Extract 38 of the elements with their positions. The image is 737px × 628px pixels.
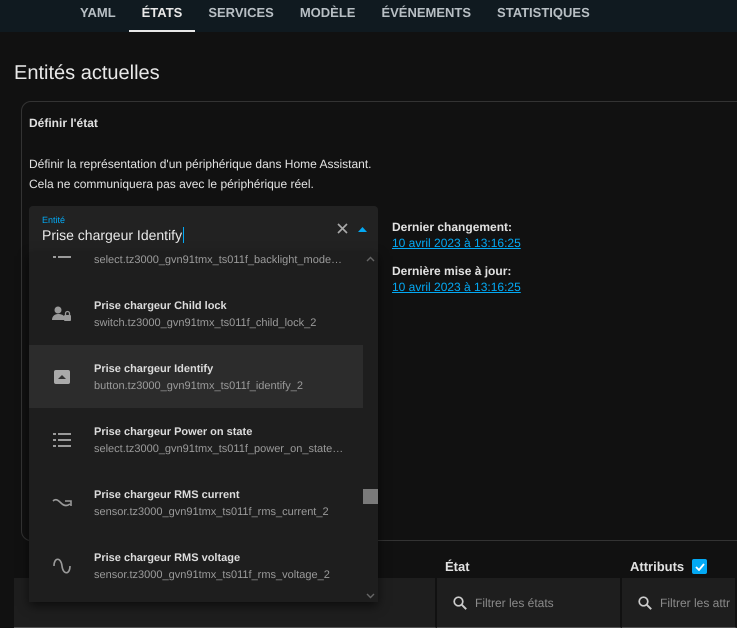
column-header: État [445, 559, 470, 574]
tab[interactable]: ÉTATS [128, 0, 196, 32]
dropdown-item[interactable]: Prise chargeur Identify button.tz3000_gvn91tmx_ts011f_identify_2 [29, 345, 363, 408]
search-icon [453, 596, 467, 610]
current-icon [52, 498, 72, 508]
sine-wave-icon [53, 556, 71, 574]
person-lock-icon [52, 306, 72, 321]
info-label: Dernier changement: [392, 220, 514, 234]
tab[interactable]: MODÈLE [286, 0, 368, 32]
description-text: Cela ne communiquera pas avec le périphérique réel. [29, 176, 315, 193]
page-title: Entités actuelles [14, 62, 161, 86]
button-icon [54, 370, 70, 384]
scroll-down-icon[interactable] [366, 593, 375, 599]
search-icon [638, 596, 652, 610]
list-icon [53, 432, 71, 446]
tab[interactable]: ÉVÉNEMENTS [368, 0, 484, 32]
attributes-checkbox[interactable] [692, 559, 708, 574]
card-title: Définir l'état [29, 116, 99, 132]
tab[interactable]: STATISTIQUES [484, 0, 603, 32]
dropdown-item[interactable]: Prise chargeur RMS voltage sensor.tz3000_gvn91tmx_ts011f_rms_voltage_2 [29, 534, 363, 597]
filter-field[interactable]: Filtrer les états [437, 578, 622, 628]
scrollbar-thumb[interactable] [363, 489, 378, 504]
timestamp-link[interactable]: 10 avril 2023 à 13:16:25 [392, 280, 521, 294]
dropdown-item[interactable]: select.tz3000_gvn91tmx_ts011f_backlight_mode… [29, 252, 363, 282]
tab[interactable]: YAML [67, 0, 129, 32]
filter-field[interactable]: Filtrer les attr [622, 578, 737, 628]
info-label: Dernière mise à jour: [392, 264, 512, 278]
dropdown-item[interactable]: Prise chargeur Power on state select.tz3000_gvn91tmx_ts011f_power_on_state… [29, 408, 363, 471]
entity-field[interactable]: Entité Prise chargeur Identify [29, 206, 378, 254]
close-icon[interactable] [337, 223, 348, 234]
tab[interactable]: SERVICES [195, 0, 287, 32]
dropdown-item[interactable]: Prise chargeur RMS current sensor.tz3000_gvn91tmx_ts011f_rms_current_2 [29, 471, 363, 534]
dropdown-item[interactable]: Prise chargeur Child lock switch.tz3000_gvn91tmx_ts011f_child_lock_2 [29, 282, 363, 345]
caret-icon[interactable] [358, 227, 367, 232]
scroll-up-icon[interactable] [366, 256, 375, 262]
description-text: Définir la représentation d'un périphérique dans Home Assistant. [29, 156, 372, 173]
column-header: Attributs [630, 559, 684, 574]
timestamp-link[interactable]: 10 avril 2023 à 13:16:25 [392, 236, 521, 250]
